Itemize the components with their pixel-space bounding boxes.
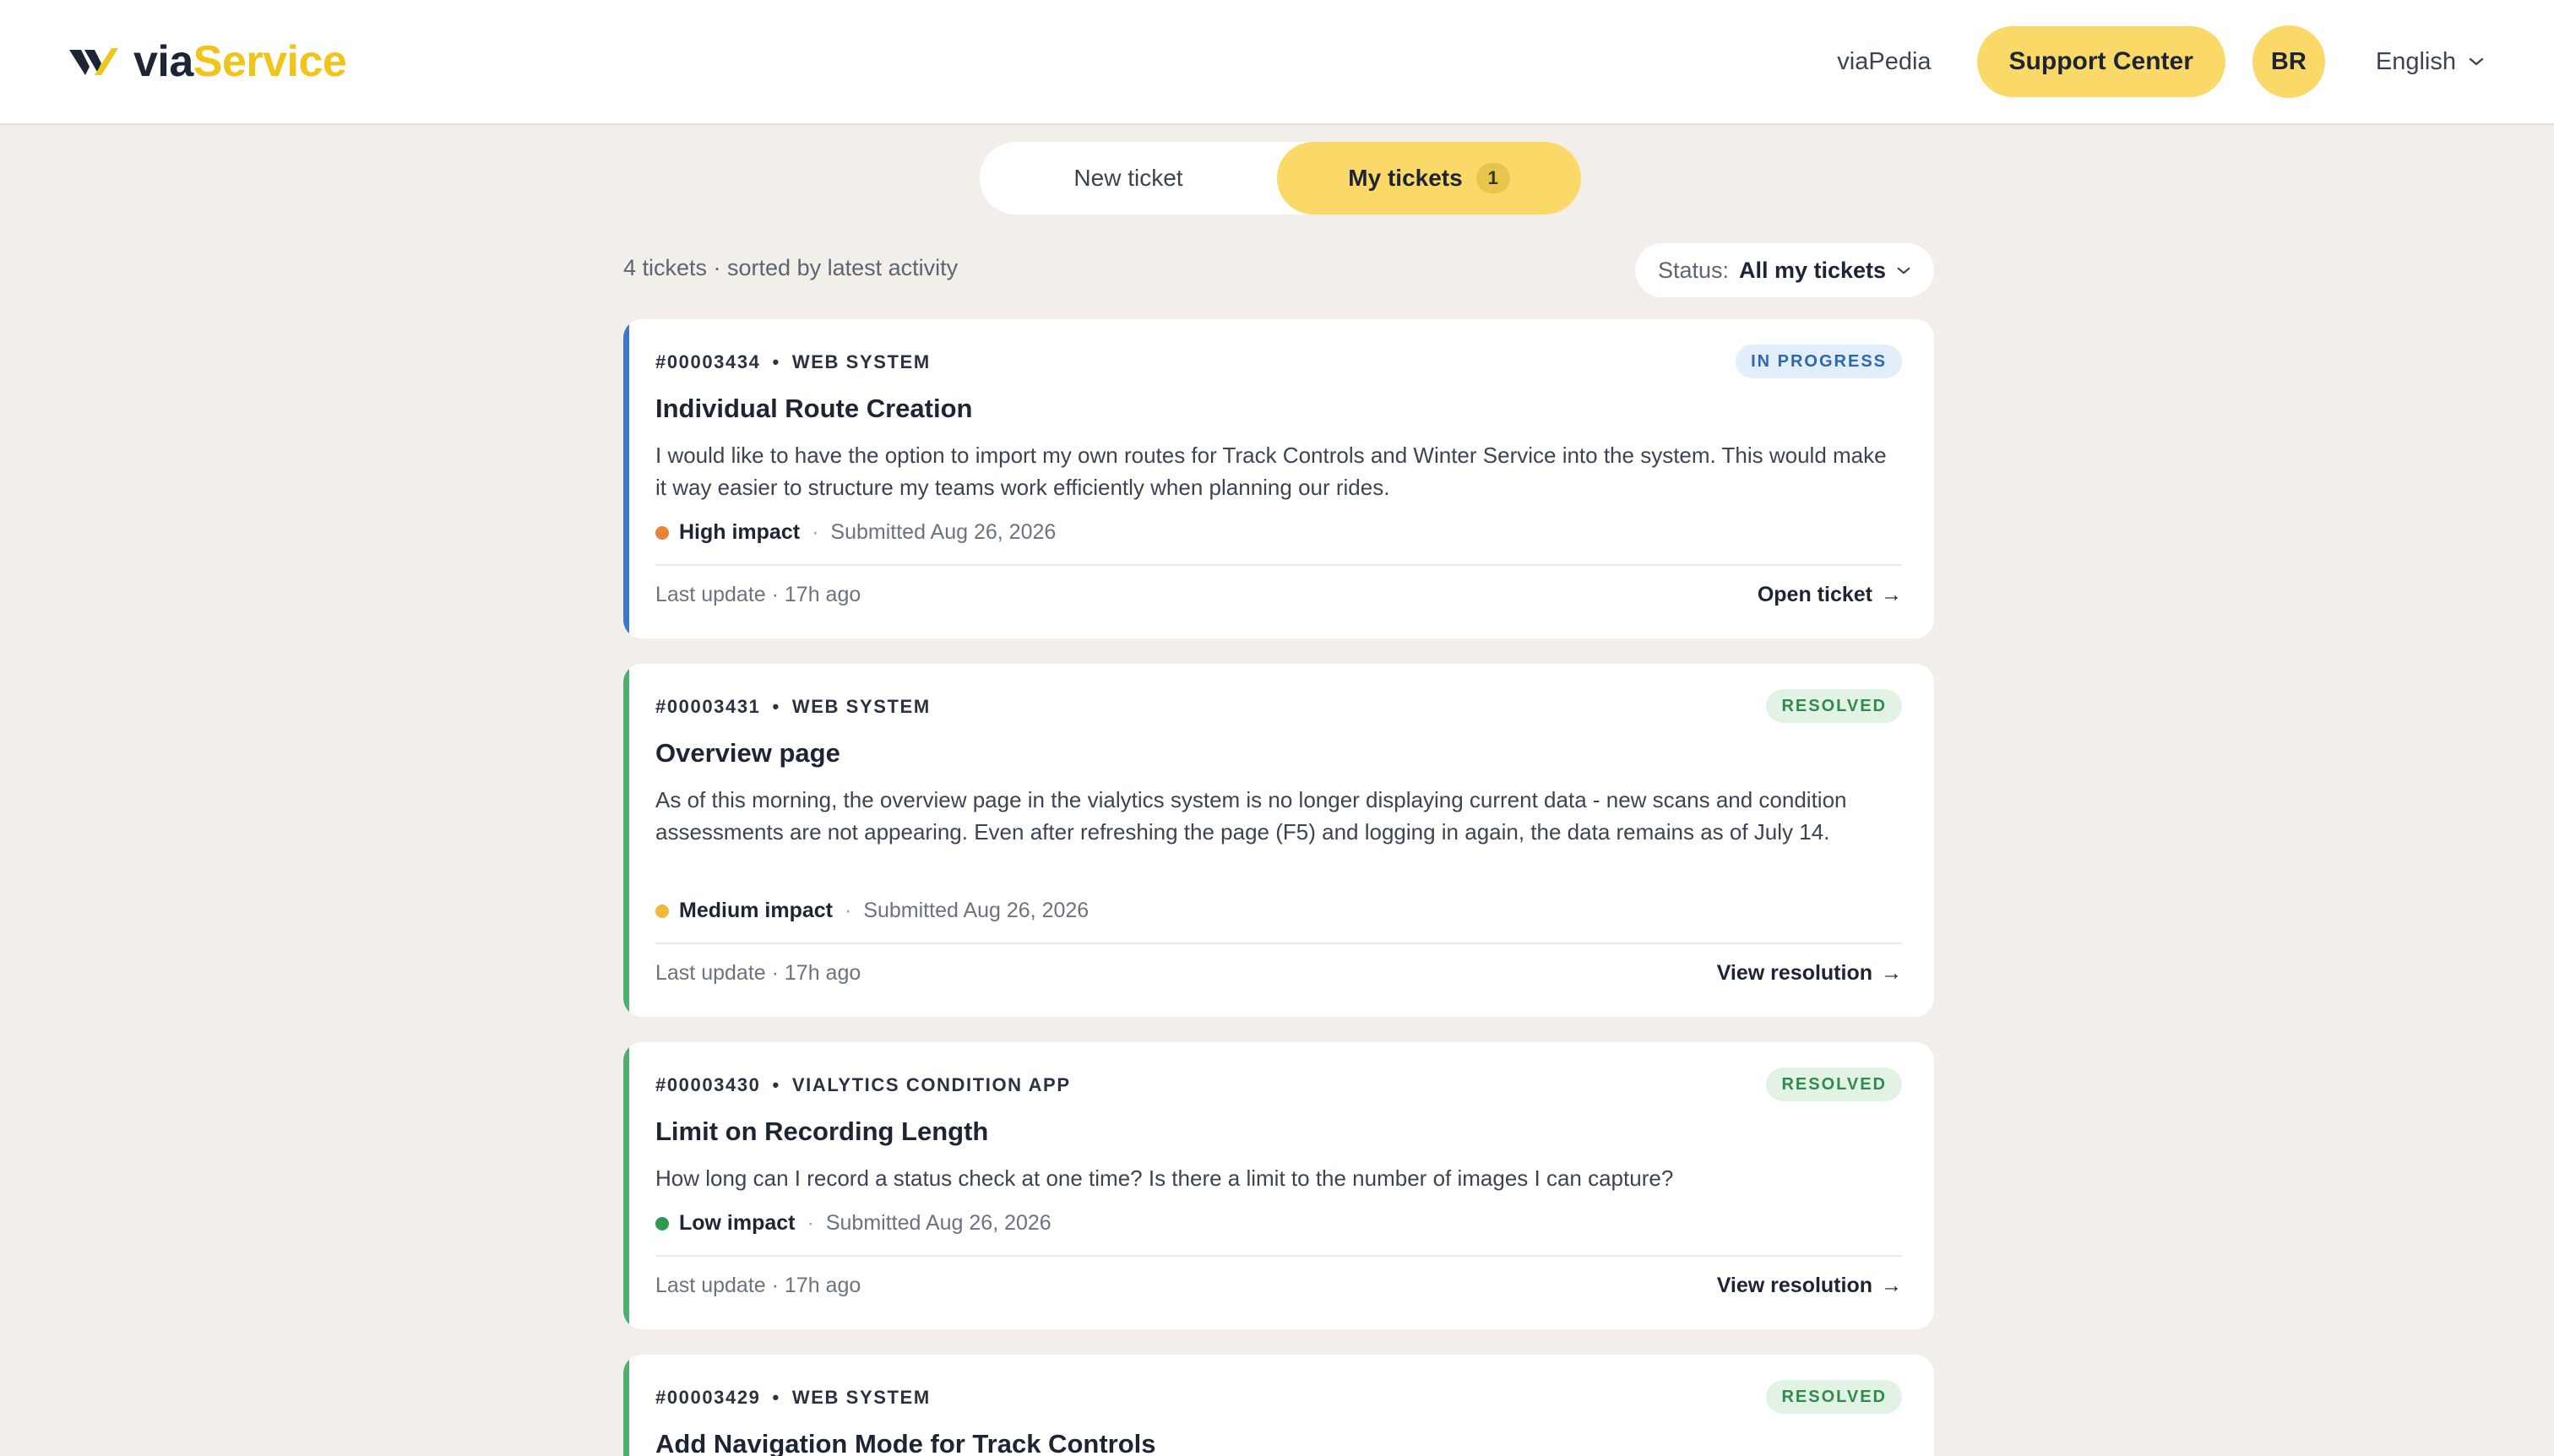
my-tickets-count-badge: 1 [1475,163,1510,193]
top-header: viaService viaPedia Support Center BR En… [0,0,2554,125]
submitted-date: Submitted Aug 26, 2026 [825,1211,1051,1235]
card-footer: Last update · 17h ago View resolution → [655,1274,1902,1298]
ticket-title[interactable]: Limit on Recording Length [655,1116,988,1147]
view-resolution-label: View resolution [1716,1274,1872,1297]
meta-separator: · [844,899,852,922]
ticket-impact-row: Medium impact · Submitted Aug 26, 2026 [655,899,1089,923]
ticket-meta: #00003431 • WEB SYSTEM [655,696,931,718]
ticket-title[interactable]: Individual Route Creation [655,394,972,424]
ticket-impact-row: High impact · Submitted Aug 26, 2026 [655,520,1056,545]
ticket-description: I would like to have the option to impor… [655,443,1887,500]
ticket-card[interactable]: #00003431 • WEB SYSTEM RESOLVED Overview… [623,664,1934,1017]
ticket-meta: #00003434 • WEB SYSTEM [655,351,931,373]
ticket-tabs: New ticket My tickets 1 [980,142,1581,215]
last-update: Last update · 17h ago [655,1274,861,1297]
last-update: Last update · 17h ago [655,961,861,985]
chevron-down-icon [2469,57,2484,66]
brand-via: via [133,37,193,86]
card-divider [655,943,1902,944]
card-divider [655,564,1902,566]
arrow-right-icon: → [1881,961,1902,985]
status-filter-dropdown[interactable]: Status: All my tickets [1635,243,1934,297]
ticket-meta: #00003430 • VIALYTICS CONDITION APP [655,1074,1071,1096]
ticket-description: How long can I record a status check at … [655,1165,1674,1191]
chevron-down-icon [1897,267,1910,274]
impact-label: High impact [679,520,801,544]
ticket-id: #00003434 [655,351,761,372]
ticket-title[interactable]: Add Navigation Mode for Track Controls [655,1429,1156,1456]
impact-dot-icon [655,904,669,918]
impact-dot-icon [655,1216,669,1231]
ticket-card[interactable]: #00003429 • WEB SYSTEM RESOLVED Add Navi… [623,1355,1934,1456]
via-logo-icon [69,48,118,75]
arrow-right-icon: → [1881,1274,1902,1297]
nav-link-viapedia[interactable]: viaPedia [1837,48,1931,76]
tab-new-ticket[interactable]: New ticket [980,142,1277,215]
ticket-category: WEB SYSTEM [791,1387,931,1408]
ticket-category: WEB SYSTEM [791,696,931,717]
meta-separator: • [772,1387,780,1408]
card-footer: Last update · 17h ago Open ticket → [655,583,1902,607]
brand-logo[interactable]: viaService [69,36,347,87]
submitted-date: Submitted Aug 26, 2026 [830,520,1057,544]
open-ticket-link[interactable]: Open ticket → [1758,583,1902,607]
meta-separator: • [772,1074,780,1095]
open-ticket-label: Open ticket [1757,583,1872,606]
meta-separator: · [812,520,819,544]
brand-service: Service [193,37,347,86]
status-filter-value: All my tickets [1738,257,1887,283]
impact-dot-icon [655,525,669,540]
ticket-description: As of this morning, the overview page in… [655,787,1847,845]
ticket-card[interactable]: #00003430 • VIALYTICS CONDITION APP RESO… [623,1042,1934,1329]
view-resolution-link[interactable]: View resolution → [1717,1274,1902,1298]
status-badge: RESOLVED [1766,1380,1902,1414]
brand-name: viaService [133,36,347,87]
ticket-summary: 4 tickets · sorted by latest activity [623,255,959,280]
status-badge: RESOLVED [1766,689,1902,723]
last-update: Last update · 17h ago [655,583,861,606]
status-filter-label: Status: [1657,257,1729,283]
tab-my-tickets[interactable]: My tickets 1 [1277,142,1581,215]
meta-separator: • [772,696,780,717]
impact-label: Medium impact [679,899,833,922]
avatar[interactable]: BR [2252,25,2325,98]
ticket-id: #00003429 [655,1387,761,1408]
ticket-card[interactable]: #00003434 • WEB SYSTEM IN PROGRESS Indiv… [623,319,1934,638]
ticket-id: #00003431 [655,696,761,717]
meta-separator: · [807,1211,814,1235]
arrow-right-icon: → [1881,583,1902,606]
tab-my-tickets-label: My tickets [1348,165,1463,191]
ticket-id: #00003430 [655,1074,761,1095]
ticket-category: WEB SYSTEM [791,351,931,372]
language-label: English [2375,47,2456,75]
card-divider [655,1255,1902,1257]
impact-label: Low impact [679,1211,796,1235]
ticket-title[interactable]: Overview page [655,738,840,769]
submitted-date: Submitted Aug 26, 2026 [863,899,1090,922]
language-selector[interactable]: English [2376,48,2485,76]
meta-separator: • [772,351,780,372]
ticket-meta: #00003429 • WEB SYSTEM [655,1387,931,1409]
ticket-impact-row: Low impact · Submitted Aug 26, 2026 [655,1211,1051,1236]
ticket-category: VIALYTICS CONDITION APP [791,1074,1071,1095]
view-resolution-label: View resolution [1716,961,1872,985]
status-badge: RESOLVED [1766,1068,1902,1101]
tab-new-ticket-label: New ticket [1073,165,1183,191]
view-resolution-link[interactable]: View resolution → [1717,961,1902,986]
support-center-button[interactable]: Support Center [1976,26,2225,97]
status-badge: IN PROGRESS [1736,345,1902,378]
card-footer: Last update · 17h ago View resolution → [655,961,1902,986]
header-nav: viaPedia Support Center BR English [1837,25,2485,98]
